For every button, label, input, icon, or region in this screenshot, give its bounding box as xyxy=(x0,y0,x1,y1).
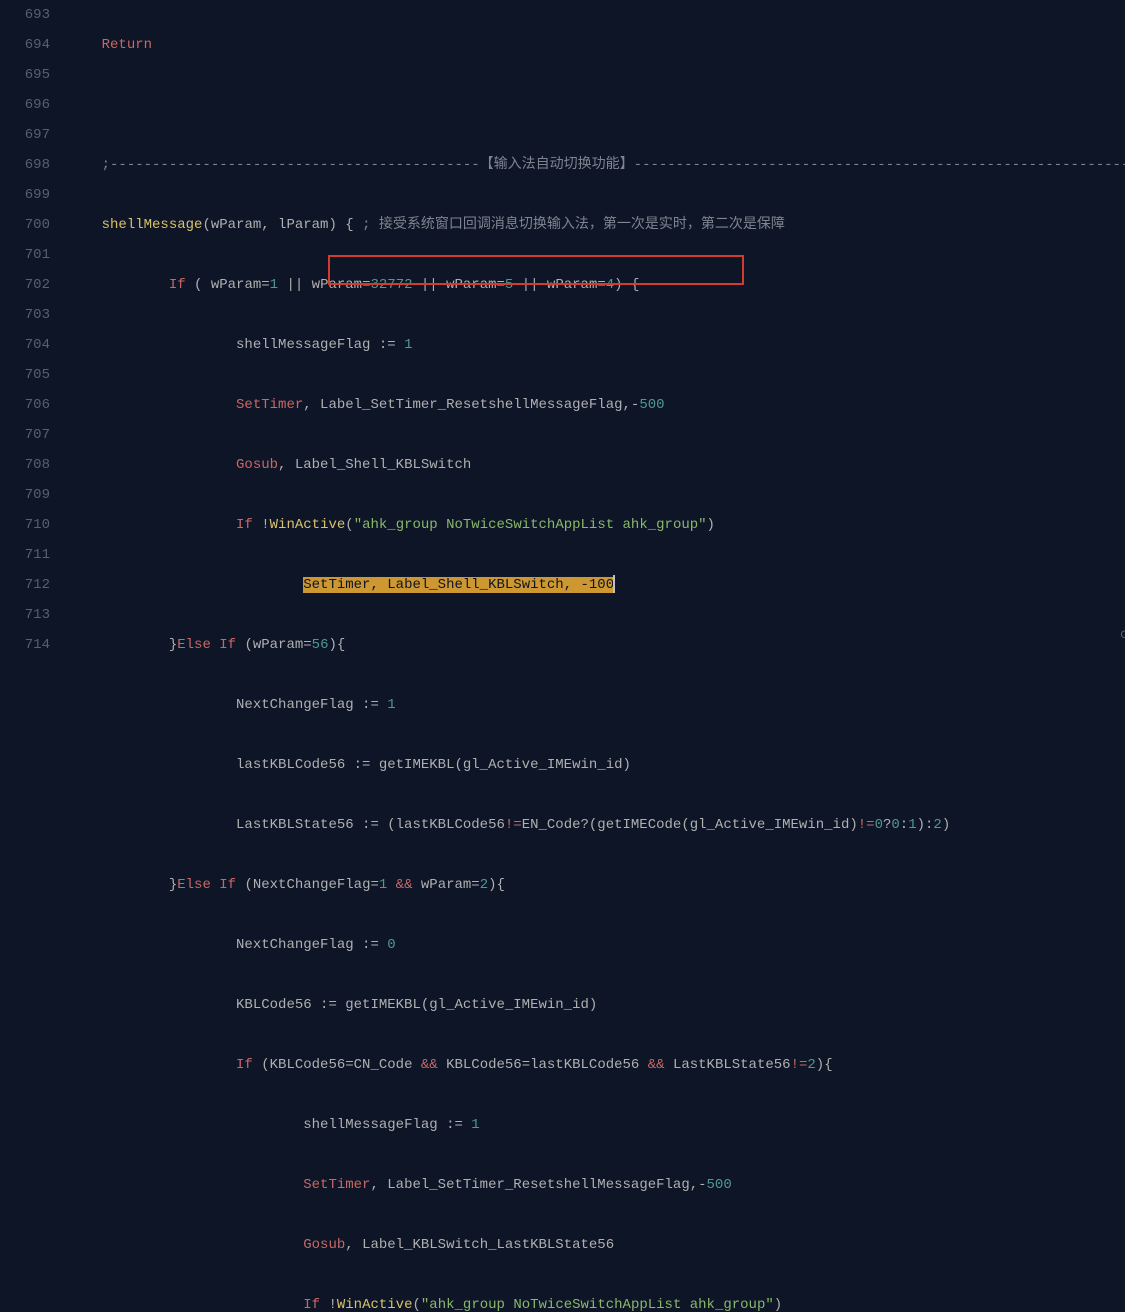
line-number: 709 xyxy=(0,480,50,510)
line-number: 697 xyxy=(0,120,50,150)
selection: SetTimer, Label_Shell_KBLSwitch, -100 xyxy=(303,577,614,593)
code-line: }Else If (NextChangeFlag=1 && wParam=2){ xyxy=(68,870,1125,900)
line-number: 695 xyxy=(0,60,50,90)
code-editor: 693 694 695 696 697 698 699 700 701 702 … xyxy=(0,0,1125,656)
code-line: Return xyxy=(68,30,1125,60)
line-number: 700 xyxy=(0,210,50,240)
line-number: 704 xyxy=(0,330,50,360)
line-number: 696 xyxy=(0,90,50,120)
code-line: Gosub, Label_Shell_KBLSwitch xyxy=(68,450,1125,480)
code-area[interactable]: Return ;--------------------------------… xyxy=(68,0,1125,656)
code-line: KBLCode56 := getIMEKBL(gl_Active_IMEwin_… xyxy=(68,990,1125,1020)
code-line: If !WinActive("ahk_group NoTwiceSwitchAp… xyxy=(68,1290,1125,1312)
line-number: 693 xyxy=(0,0,50,30)
line-number: 699 xyxy=(0,180,50,210)
code-line: shellMessage(wParam, lParam) { ; 接受系统窗口回… xyxy=(68,210,1125,240)
code-line: NextChangeFlag := 0 xyxy=(68,930,1125,960)
line-number: 701 xyxy=(0,240,50,270)
line-number-gutter: 693 694 695 696 697 698 699 700 701 702 … xyxy=(0,0,68,656)
line-number: 707 xyxy=(0,420,50,450)
text-cursor xyxy=(613,575,615,593)
line-number: 710 xyxy=(0,510,50,540)
code-line: ;---------------------------------------… xyxy=(68,150,1125,180)
code-line: SetTimer, Label_SetTimer_ResetshellMessa… xyxy=(68,1170,1125,1200)
code-line: LastKBLState56 := (lastKBLCode56!=EN_Cod… xyxy=(68,810,1125,840)
line-number: 713 xyxy=(0,600,50,630)
code-line: lastKBLCode56 := getIMEKBL(gl_Active_IME… xyxy=(68,750,1125,780)
line-number: 694 xyxy=(0,30,50,60)
line-number: 708 xyxy=(0,450,50,480)
code-line: SetTimer, Label_Shell_KBLSwitch, -100 xyxy=(68,570,1125,600)
line-number: 712 xyxy=(0,570,50,600)
line-number: 703 xyxy=(0,300,50,330)
line-number: 698 xyxy=(0,150,50,180)
code-line: NextChangeFlag := 1 xyxy=(68,690,1125,720)
code-line: SetTimer, Label_SetTimer_ResetshellMessa… xyxy=(68,390,1125,420)
line-number: 711 xyxy=(0,540,50,570)
line-number: 705 xyxy=(0,360,50,390)
line-number: 702 xyxy=(0,270,50,300)
code-line: If (KBLCode56=CN_Code && KBLCode56=lastK… xyxy=(68,1050,1125,1080)
code-line: shellMessageFlag := 1 xyxy=(68,330,1125,360)
code-line: Gosub, Label_KBLSwitch_LastKBLState56 xyxy=(68,1230,1125,1260)
code-line: shellMessageFlag := 1 xyxy=(68,1110,1125,1140)
code-line: If !WinActive("ahk_group NoTwiceSwitchAp… xyxy=(68,510,1125,540)
line-number: 706 xyxy=(0,390,50,420)
watermark: CSDN @narij xyxy=(1120,620,1125,650)
code-line: If ( wParam=1 || wParam=32772 || wParam=… xyxy=(68,270,1125,300)
code-line xyxy=(68,90,1125,120)
